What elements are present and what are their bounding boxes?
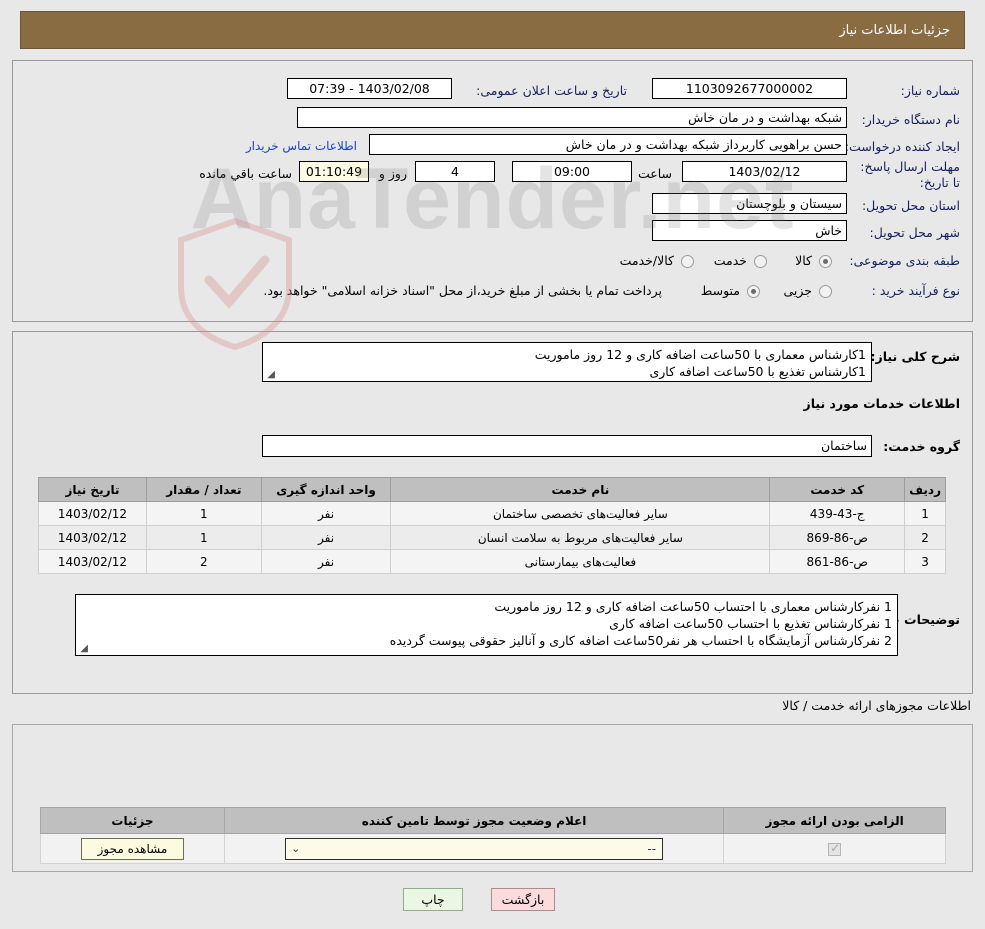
deadline-date-value: 1403/02/12 [682, 161, 847, 182]
cell-row-no: 3 [904, 549, 946, 574]
delivery-city-value: خاش [652, 220, 847, 241]
permits-table-header-row: الزامی بودن ارائه مجوز اعلام وضعیت مجوز … [40, 807, 946, 834]
permits-table: الزامی بودن ارائه مجوز اعلام وضعیت مجوز … [40, 807, 946, 864]
cell-service-name: سایر فعالیت‌های مربوط به سلامت انسان [390, 525, 771, 550]
chevron-down-icon: ⌄ [291, 841, 301, 855]
radio-process-motavasset[interactable] [747, 285, 760, 298]
col-permit-details: جزئیات [40, 807, 225, 834]
cell-service-name: سایر فعالیت‌های تخصصی ساختمان [390, 501, 771, 526]
table-row: 2 ص-86-869 سایر فعالیت‌های مربوط به سلام… [38, 525, 946, 550]
buyer-org-value: شبکه بهداشت و در مان خاش [297, 107, 847, 128]
announce-datetime-label: تاریخ و ساعت اعلان عمومی: [476, 83, 627, 98]
col-service-code: کد خدمت [769, 477, 906, 502]
subject-category-label: طبقه بندی موضوعی: [849, 253, 960, 268]
cell-service-name: فعالیت‌های بیمارستانی [390, 549, 771, 574]
remaining-hours-label: ساعت باقي مانده [199, 166, 292, 181]
cell-service-code: ج-43-439 [769, 501, 906, 526]
cell-unit: نفر [260, 501, 392, 526]
cell-service-code: ص-86-869 [769, 525, 906, 550]
countdown-timer-value: 01:10:49 [299, 161, 369, 182]
radio-category-kala-khedmat-label: کالا/خدمت [619, 253, 674, 268]
page-title: جزئیات اطلاعات نیاز [839, 22, 950, 38]
col-permit-status: اعلام وضعیت مجوز توسط تامین کننده [223, 807, 725, 834]
general-description-label: شرح کلی نیاز: [870, 349, 960, 364]
cell-quantity: 2 [145, 549, 262, 574]
buyer-notes-line-1: 1 نفرکارشناس معماری با احتساب 50ساعت اضا… [494, 599, 892, 614]
permits-section-heading: اطلاعات مجوزهای ارائه خدمت / کالا [782, 698, 971, 713]
delivery-province-value: سیستان و بلوچستان [652, 193, 847, 214]
back-button[interactable]: بازگشت [491, 888, 555, 911]
need-number-value: 1103092677000002 [652, 78, 847, 99]
general-description-line-1: 1کارشناس معماری با 50ساعت اضافه کاری و 1… [534, 347, 866, 362]
cell-permit-status: ⌄ -- [223, 833, 725, 864]
table-row: 1 ج-43-439 سایر فعالیت‌های تخصصی ساختمان… [38, 501, 946, 526]
buyer-org-label: نام دستگاه خریدار: [861, 112, 960, 127]
need-summary-panel: شماره نیاز: 1103092677000002 تاریخ و ساع… [12, 60, 973, 322]
permit-status-selected-value: -- [647, 841, 657, 856]
radio-category-khedmat[interactable] [754, 255, 767, 268]
delivery-province-label: استان محل تحویل: [861, 198, 960, 213]
cell-quantity: 1 [145, 501, 262, 526]
remaining-days-value: 4 [415, 161, 495, 182]
permit-required-checkbox[interactable] [828, 841, 842, 856]
cell-permit-details: مشاهده مجوز [40, 833, 225, 864]
cell-permit-required [723, 833, 946, 864]
deadline-time-value: 09:00 [512, 161, 632, 182]
general-description-textarea[interactable]: 1کارشناس معماری با 50ساعت اضافه کاری و 1… [262, 342, 872, 382]
cell-need-date: 1403/02/12 [38, 525, 147, 550]
service-group-label: گروه خدمت: [883, 439, 960, 454]
permits-panel: الزامی بودن ارائه مجوز اعلام وضعیت مجوز … [12, 724, 973, 872]
cell-unit: نفر [260, 549, 392, 574]
services-info-heading: اطلاعات خدمات مورد نیاز [803, 396, 961, 411]
deadline-hour-label: ساعت [637, 166, 672, 181]
print-button[interactable]: چاپ [403, 888, 463, 911]
resize-grip-icon[interactable]: ◢ [265, 370, 275, 380]
buyer-notes-line-2: 1 نفرکارشناس تغذیع با احتساب 50ساعت اضاف… [609, 616, 892, 631]
cell-row-no: 1 [904, 501, 946, 526]
radio-process-jozi[interactable] [819, 285, 832, 298]
delivery-city-label: شهر محل تحویل: [869, 225, 960, 240]
cell-need-date: 1403/02/12 [38, 549, 147, 574]
need-details-page: AnaTender.net جزئیات اطلاعات نیاز شماره … [0, 0, 985, 929]
buyer-notes-line-3: 2 نفرکارشناس آزمایشگاه با احتساب هر نفر5… [389, 633, 892, 648]
cell-service-code: ص-86-861 [769, 549, 906, 574]
payment-source-note: پرداخت تمام یا بخشی از مبلغ خرید،از محل … [263, 283, 662, 298]
col-permit-required: الزامی بودن ارائه مجوز [723, 807, 946, 834]
response-deadline-label: مهلت ارسال پاسخ: تا تاریخ: [860, 159, 960, 190]
col-quantity: تعداد / مقدار [145, 477, 262, 502]
request-creator-label: ایجاد کننده درخواست: [844, 139, 960, 154]
table-row: 3 ص-86-861 فعالیت‌های بیمارستانی نفر 2 1… [38, 549, 946, 574]
col-row-no: ردیف [904, 477, 946, 502]
resize-grip-icon[interactable]: ◢ [78, 644, 88, 654]
services-table-header-row: ردیف کد خدمت نام خدمت واحد اندازه گیری ت… [38, 477, 946, 502]
cell-quantity: 1 [145, 525, 262, 550]
col-unit: واحد اندازه گیری [260, 477, 392, 502]
services-table: ردیف کد خدمت نام خدمت واحد اندازه گیری ت… [38, 477, 946, 574]
general-description-line-2: 1کارشناس تغذیع با 50ساعت اضافه کاری [649, 364, 866, 379]
need-details-panel: شرح کلی نیاز: 1کارشناس معماری با 50ساعت … [12, 331, 973, 694]
permits-table-row: ⌄ -- مشاهده مجوز [40, 833, 946, 864]
days-and-label: روز و [378, 166, 407, 181]
cell-row-no: 2 [904, 525, 946, 550]
radio-category-kala-khedmat[interactable] [681, 255, 694, 268]
radio-process-motavasset-label: متوسط [700, 283, 740, 298]
radio-process-jozi-label: جزیی [783, 283, 812, 298]
page-title-bar: جزئیات اطلاعات نیاز [20, 11, 965, 49]
permit-status-select[interactable]: ⌄ -- [285, 837, 664, 860]
buyer-contact-info-link[interactable]: اطلاعات تماس خریدار [246, 139, 357, 153]
view-permit-button[interactable]: مشاهده مجوز [80, 837, 185, 860]
announce-datetime-value: 1403/02/08 - 07:39 [287, 78, 452, 99]
col-need-date: تاریخ نیاز [38, 477, 147, 502]
col-service-name: نام خدمت [390, 477, 771, 502]
cell-unit: نفر [260, 525, 392, 550]
radio-category-kala[interactable] [819, 255, 832, 268]
radio-category-khedmat-label: خدمت [713, 253, 747, 268]
cell-need-date: 1403/02/12 [38, 501, 147, 526]
need-number-label: شماره نیاز: [900, 83, 960, 98]
buyer-notes-textarea[interactable]: 1 نفرکارشناس معماری با احتساب 50ساعت اضا… [75, 594, 898, 656]
service-group-value: ساختمان [262, 435, 872, 457]
radio-category-kala-label: کالا [795, 253, 812, 268]
purchase-process-label: نوع فرآیند خرید : [871, 283, 960, 298]
request-creator-value: حسن براهویی کاربرداز شبکه بهداشت و در ما… [369, 134, 847, 155]
